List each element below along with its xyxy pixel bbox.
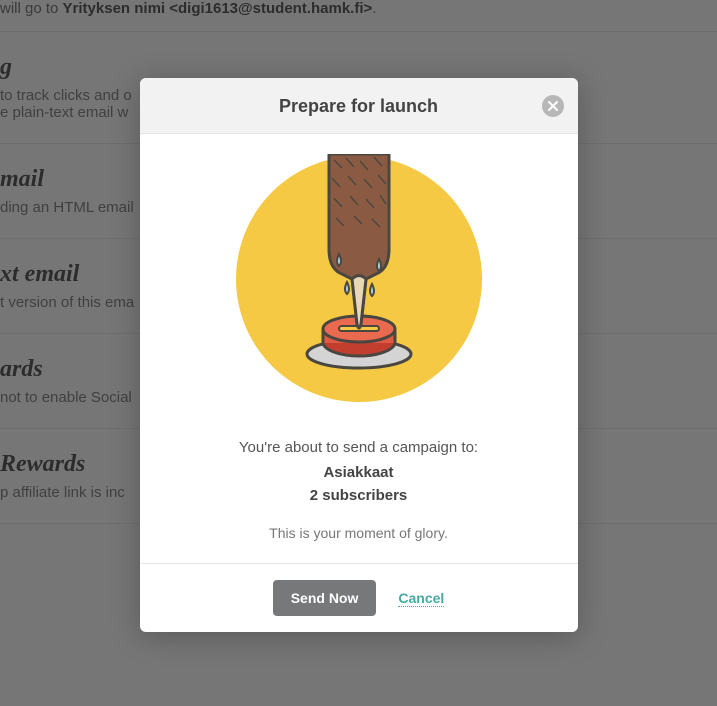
modal-header: Prepare for launch [140, 78, 578, 134]
cancel-button[interactable]: Cancel [398, 590, 444, 607]
modal-overlay: Prepare for launch [0, 0, 717, 706]
send-now-button[interactable]: Send Now [273, 580, 377, 616]
list-name: Asiakkaat [170, 462, 548, 485]
moment-of-glory-text: This is your moment of glory. [170, 525, 548, 541]
launch-illustration [234, 154, 484, 404]
about-to-send-text: You're about to send a campaign to: [170, 439, 548, 456]
launch-modal: Prepare for launch [140, 78, 578, 632]
modal-body: You're about to send a campaign to: Asia… [140, 134, 578, 563]
modal-title: Prepare for launch [279, 96, 438, 116]
close-icon [548, 101, 558, 111]
subscriber-count: 2 subscribers [170, 485, 548, 508]
modal-footer: Send Now Cancel [140, 563, 578, 632]
close-button[interactable] [542, 95, 564, 117]
